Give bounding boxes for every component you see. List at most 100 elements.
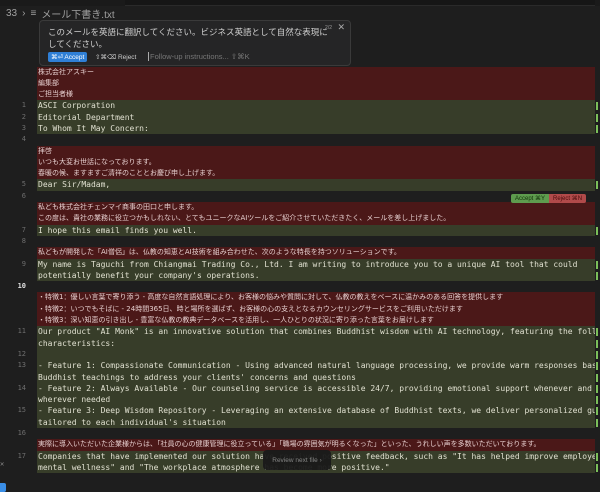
- close-icon[interactable]: ✕: [337, 22, 345, 33]
- line-text: - Feature 3: Deep Wisdom Repository - Le…: [37, 405, 595, 417]
- added-line: 7 I hope this email finds you well.: [0, 224, 600, 236]
- scrollbar-change-marker: [596, 463, 598, 472]
- line-text: - Feature 2: Always Available - Our coun…: [37, 382, 595, 395]
- scrollbar-change-marker: [596, 271, 598, 280]
- editor-line: 16: [0, 428, 600, 439]
- added-line: potentially benefit your company's opera…: [0, 269, 600, 282]
- deleted-line: 拝啓: [0, 145, 600, 157]
- editor-line: 10: [0, 281, 600, 292]
- line-number: 11: [17, 327, 26, 336]
- added-line: 1 ASCI Corporation: [0, 100, 600, 112]
- line-number: 5: [21, 180, 26, 189]
- deleted-line: 私どもが開発した「AI僧侶」は、仏教の知恵とAI技術を組み合わせた、次のような特…: [0, 247, 600, 259]
- deleted-line: いつも大変お世話になっております。: [0, 156, 600, 169]
- deleted-line: 株式会社アスキー: [0, 66, 600, 78]
- line-text: 私ども株式会社チェンマイ商事の田口と申します。: [37, 202, 595, 214]
- line-number: 9: [21, 259, 26, 268]
- line-text: tailored to each individual's situation: [37, 416, 595, 428]
- deleted-line: ・特徴2：いつでもそばに - 24時間365日、時と場所を選ばず、お客様の心の支…: [0, 303, 600, 316]
- line-text: Our product "AI Monk" is an innovative s…: [37, 326, 595, 338]
- reject-change-button[interactable]: Reject ⌘N: [549, 194, 587, 203]
- line-text: 編集部: [37, 77, 595, 90]
- line-text: ・特徴3：深い知恵の引き出し - 豊富な仏教の教典データベースを活用し、一人ひと…: [37, 315, 595, 327]
- deleted-line: ・特徴1：優しい言葉で寄り添う - 高度な自然言語処理により、お客様の悩みや質問…: [0, 292, 600, 304]
- inline-diff-actions: Accept ⌘Y Reject ⌘N: [511, 194, 587, 203]
- deleted-line: ご担当者様: [0, 89, 600, 101]
- accept-change-button[interactable]: Accept ⌘Y: [511, 194, 550, 203]
- followup-input[interactable]: Follow-up instructions... ⇧⌘K: [148, 52, 250, 61]
- prompt-count: 2/2: [325, 25, 332, 31]
- line-text: [37, 348, 595, 361]
- line-number: 13: [17, 361, 26, 370]
- scrollbar-change-marker: [596, 384, 598, 393]
- line-number: 16: [17, 429, 26, 437]
- line-text: 私どもが開発した「AI僧侶」は、仏教の知恵とAI技術を組み合わせた、次のような特…: [37, 247, 595, 259]
- added-line: 15 - Feature 3: Deep Wisdom Repository - …: [0, 405, 600, 417]
- scrollbar-change-marker: [596, 452, 598, 461]
- line-text: Editorial Department: [37, 111, 595, 123]
- line-text: wherever needed: [37, 394, 595, 406]
- line-number: 1: [21, 101, 26, 110]
- scrollbar-change-marker: [596, 260, 598, 269]
- close-icon[interactable]: ✕: [0, 460, 4, 468]
- breadcrumb-file[interactable]: メール下書き.txt: [41, 6, 114, 21]
- review-next-file-button[interactable]: Review next file ›: [263, 450, 331, 470]
- line-text: To Whom It May Concern:: [37, 122, 595, 135]
- line-number: 6: [21, 191, 26, 200]
- scrollbar-change-marker: [596, 226, 598, 235]
- line-text: characteristics:: [37, 337, 595, 349]
- scrollbar-change-marker: [596, 102, 598, 111]
- scrollbar-change-marker: [596, 396, 598, 405]
- line-text: - Feature 1: Compassionate Communication…: [37, 360, 595, 372]
- line-text: いつも大変お世話になっております。: [37, 156, 595, 169]
- panel-toggle-button[interactable]: [0, 483, 6, 492]
- diff-editor[interactable]: 株式会社アスキー 編集部 ご担当者様 1 ASCI Corporation 2 Editor…: [0, 66, 600, 474]
- line-number: 8: [21, 236, 26, 245]
- line-text: [37, 428, 595, 439]
- scrollbar-change-marker: [596, 418, 598, 427]
- scrollbar-change-marker: [596, 407, 598, 416]
- editor-line: 8: [0, 236, 600, 247]
- scrollbar-change-marker: [596, 350, 598, 359]
- prompt-text: このメールを英語に翻訳してください。ビジネス英語として自然な表現にしてください。: [48, 27, 328, 49]
- added-line: tailored to each individual's situation: [0, 416, 600, 428]
- line-number: 15: [17, 406, 26, 415]
- reject-button[interactable]: ⇧⌘⌫ Reject: [95, 53, 136, 61]
- added-line: 9 My name is Taguchi from Chiangmai Tradi…: [0, 258, 600, 270]
- scrollbar-change-marker: [596, 328, 598, 337]
- line-text: I hope this email finds you well.: [37, 224, 595, 236]
- line-text: My name is Taguchi from Chiangmai Tradin…: [37, 258, 595, 270]
- line-number: 3: [21, 123, 26, 132]
- line-number: 14: [17, 383, 26, 392]
- line-text: この度は、貴社の業務に役立つかもしれない、とてもユニークなAIツールをご紹介させ…: [37, 213, 595, 225]
- line-text: potentially benefit your company's opera…: [37, 269, 595, 282]
- line-text: Dear Sir/Madam,: [37, 179, 595, 191]
- deleted-line: ・特徴3：深い知恵の引き出し - 豊富な仏教の教典データベースを活用し、一人ひと…: [0, 315, 600, 327]
- breadcrumb-folder[interactable]: 33: [6, 8, 17, 19]
- deleted-line: 編集部: [0, 77, 600, 90]
- added-line: 14 - Feature 2: Always Available - Our co…: [0, 382, 600, 395]
- line-text: ・特徴2：いつでもそばに - 24時間365日、時と場所を選ばず、お客様の心の支…: [37, 303, 595, 316]
- added-line: 11 Our product "AI Monk" is an innovative…: [0, 326, 600, 338]
- line-number: 10: [17, 282, 26, 291]
- line-text: Buddhist teachings to address your clien…: [37, 371, 595, 383]
- line-number: 4: [21, 135, 26, 144]
- breadcrumb: 33 › ≡ メール下書き.txt: [6, 6, 115, 21]
- added-line: characteristics:: [0, 337, 600, 349]
- line-text: [37, 236, 595, 247]
- added-line: 13 - Feature 1: Compassionate Communicati…: [0, 360, 600, 372]
- line-text: ASCI Corporation: [37, 100, 595, 112]
- deleted-line: 実際に導入いただいた企業様からは、「社員の心の健康管理に役立っている」「職場の雰…: [0, 439, 600, 451]
- accept-button[interactable]: ⌘⏎ Accept: [48, 52, 88, 62]
- added-line: 5 Dear Sir/Madam,: [0, 179, 600, 191]
- added-line: 2 Editorial Department: [0, 111, 600, 123]
- line-text: 実際に導入いただいた企業様からは、「社員の心の健康管理に役立っている」「職場の雰…: [37, 439, 595, 451]
- editor-line: 6: [0, 191, 600, 202]
- scrollbar-change-marker: [596, 373, 598, 382]
- line-text: [37, 281, 595, 292]
- deleted-line: 私ども株式会社チェンマイ商事の田口と申します。: [0, 202, 600, 214]
- line-text: 春暖の候、ますますご清祥のこととお慶び申し上げます。: [37, 168, 595, 180]
- line-text: [37, 134, 595, 145]
- line-text: ・特徴1：優しい言葉で寄り添う - 高度な自然言語処理により、お客様の悩みや質問…: [37, 292, 595, 304]
- scrollbar-change-marker: [596, 124, 598, 133]
